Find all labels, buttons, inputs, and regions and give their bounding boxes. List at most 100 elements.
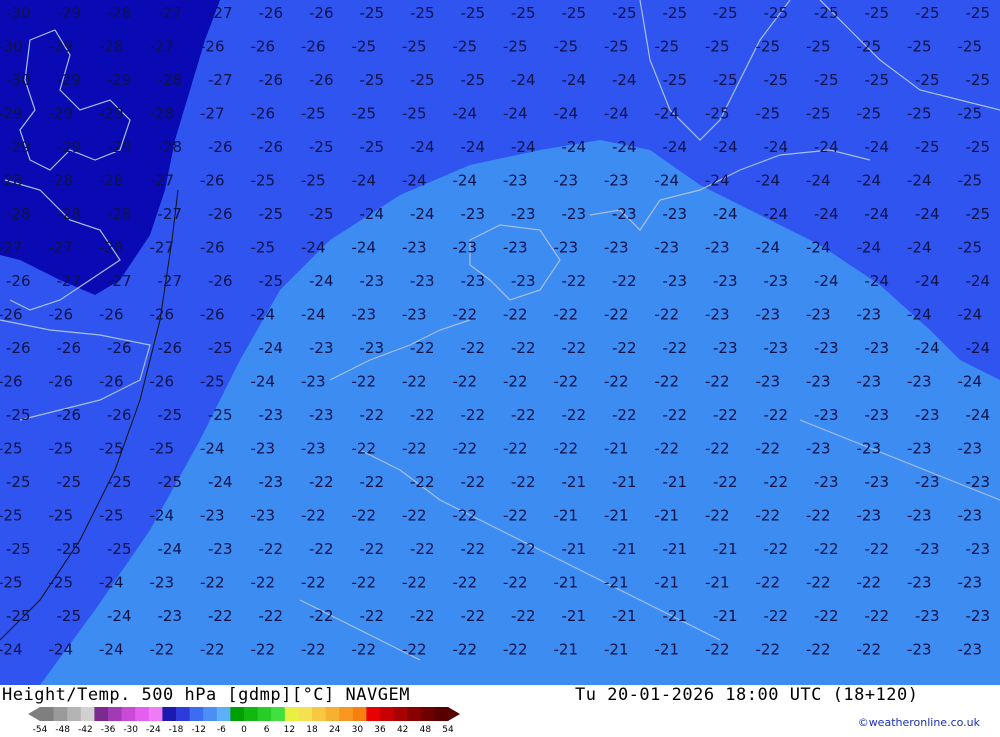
isotherm-label: -29 [57, 138, 82, 156]
isotherm-label: -22 [554, 306, 579, 324]
isotherm-label: -25 [6, 473, 31, 491]
isotherm-label: -22 [410, 339, 435, 357]
isotherm-label: -24 [865, 205, 890, 223]
isotherm-label: -22 [251, 574, 276, 592]
isotherm-label: -27 [0, 239, 23, 257]
isotherm-label: -22 [612, 406, 637, 424]
weather-map[interactable]: -30 -29 -28 -27 -27 -26 -26 -25 -25 -25 -25 -25 -25-… [0, 0, 1000, 685]
legend-tick-label: 42 [397, 725, 408, 733]
legend-swatch [434, 707, 449, 721]
isotherm-label: -23 [756, 373, 781, 391]
isotherm-label: -23 [806, 306, 831, 324]
isotherm-label: -25 [554, 38, 579, 56]
isotherm-label: -28 [158, 71, 183, 89]
isotherm-label: -22 [655, 306, 680, 324]
isotherm-label: -22 [461, 406, 486, 424]
isotherm-label: -23 [251, 440, 276, 458]
legend-tick-label: -36 [101, 725, 116, 733]
isotherm-label: -22 [705, 440, 730, 458]
isotherm-label: -23 [554, 239, 579, 257]
isotherm-label: -26 [309, 4, 334, 22]
isotherm-label: -22 [612, 339, 637, 357]
isotherm-label: -22 [814, 607, 839, 625]
isotherm-label: -24 [907, 306, 932, 324]
isotherm-label: -25 [352, 105, 377, 123]
isotherm-label: -22 [713, 406, 738, 424]
isotherm-label: -25 [915, 138, 940, 156]
isotherm-label: -23 [915, 406, 940, 424]
isotherm-label: -22 [865, 540, 890, 558]
isotherm-label: -22 [562, 406, 587, 424]
isotherm-label: -26 [259, 138, 284, 156]
legend-swatch [108, 707, 123, 721]
isotherm-label: -23 [360, 272, 385, 290]
isotherm-label: -22 [352, 641, 377, 659]
legend-swatch [135, 707, 150, 721]
isotherm-label: -23 [503, 239, 528, 257]
isotherm-label: -23 [907, 641, 932, 659]
isotherm-label: -24 [352, 239, 377, 257]
legend-swatch [203, 707, 218, 721]
isotherm-label: -23 [764, 339, 789, 357]
isotherm-label: -24 [251, 306, 276, 324]
isotherm-label: -22 [410, 406, 435, 424]
isotherm-label: -23 [453, 239, 478, 257]
isotherm-label: -24 [158, 540, 183, 558]
isotherm-label: -25 [663, 71, 688, 89]
isotherm-label: -21 [562, 607, 587, 625]
isotherm-label: -25 [966, 71, 991, 89]
legend-tick-label: -18 [169, 725, 184, 733]
isotherm-label: -24 [966, 406, 991, 424]
isotherm-label: -22 [857, 574, 882, 592]
isotherm-label: -22 [764, 607, 789, 625]
isotherm-label: -22 [402, 641, 427, 659]
isotherm-label: -22 [360, 540, 385, 558]
isotherm-label: -22 [453, 574, 478, 592]
isotherm-label: -23 [907, 507, 932, 525]
isotherm-label: -22 [503, 440, 528, 458]
isotherm-label: -24 [604, 105, 629, 123]
isotherm-label: -22 [511, 473, 536, 491]
isotherm-label: -25 [107, 473, 132, 491]
isotherm-label: -23 [756, 306, 781, 324]
isotherm-label: -22 [764, 473, 789, 491]
isotherm-label: -24 [107, 607, 132, 625]
isotherm-label: -23 [915, 473, 940, 491]
isotherm-label: -23 [865, 406, 890, 424]
isotherm-label: -21 [554, 507, 579, 525]
isotherm-label: -21 [604, 507, 629, 525]
isotherm-label: -27 [49, 239, 74, 257]
isotherm-label: -23 [309, 406, 334, 424]
isotherm-label: -22 [511, 540, 536, 558]
legend-swatch [325, 707, 340, 721]
isotherm-label: -21 [705, 574, 730, 592]
isotherm-label: -28 [99, 172, 124, 190]
legend-tick-label: 6 [264, 725, 270, 733]
isotherm-label: -22 [806, 641, 831, 659]
isotherm-label: -25 [857, 38, 882, 56]
isotherm-label: -23 [958, 507, 983, 525]
isotherm-label: -22 [402, 373, 427, 391]
isotherm-label: -26 [251, 105, 276, 123]
isotherm-label: -23 [208, 540, 233, 558]
isotherm-label: -25 [309, 205, 334, 223]
isotherm-label: -24 [150, 507, 175, 525]
isotherm-label: -25 [511, 4, 536, 22]
isotherm-label: -29 [57, 4, 82, 22]
isotherm-label: -22 [705, 507, 730, 525]
legend-swatch [216, 707, 231, 721]
isotherm-label: -23 [604, 239, 629, 257]
isotherm-label: -25 [0, 440, 23, 458]
isotherm-label: -22 [352, 574, 377, 592]
legend-swatch [312, 707, 327, 721]
isotherm-label: -25 [99, 440, 124, 458]
isotherm-label: -27 [150, 38, 175, 56]
credit-link[interactable]: ©weatheronline.co.uk [858, 716, 980, 729]
isotherm-label: -28 [158, 138, 183, 156]
isotherm-label: -24 [49, 641, 74, 659]
isotherm-label: -29 [107, 138, 132, 156]
isotherm-label: -27 [150, 239, 175, 257]
isotherm-label: -21 [663, 473, 688, 491]
isotherm-label: -22 [360, 473, 385, 491]
isotherm-label: -25 [49, 574, 74, 592]
